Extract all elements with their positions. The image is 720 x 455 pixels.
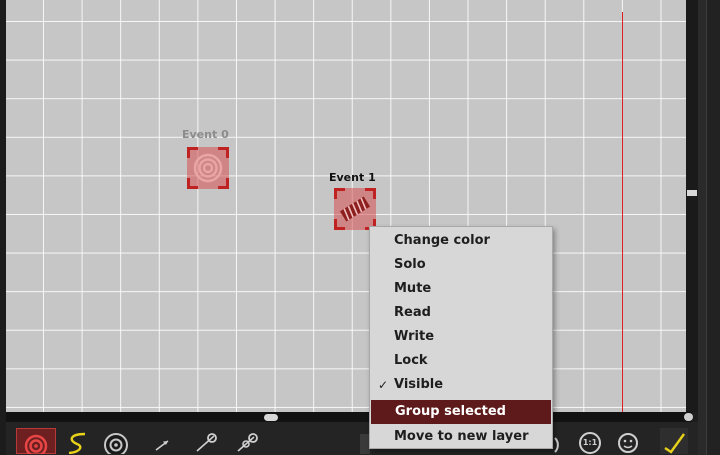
menu-item-change-color[interactable]: Change color <box>370 229 552 253</box>
zoom-reset-button[interactable]: 1:1 <box>576 428 604 454</box>
menu-item-label: Solo <box>394 257 426 272</box>
vertical-scrollbar[interactable] <box>686 0 698 412</box>
menu-item-label: Read <box>394 305 431 320</box>
menu-item-write[interactable]: Write <box>370 325 552 349</box>
smiley-zoom-icon <box>618 433 638 453</box>
curve-tool-icon <box>68 432 86 454</box>
node-link-tool-button[interactable] <box>188 428 222 454</box>
menu-item-mute[interactable]: Mute <box>370 277 552 301</box>
zoom-out-button[interactable] <box>553 428 567 454</box>
speaker-tool-icon <box>104 433 128 454</box>
target-tool-icon <box>24 434 48 454</box>
canvas-top-strip <box>6 0 686 12</box>
concentric-target-icon <box>193 153 223 183</box>
horizontal-scrollbar[interactable] <box>6 412 692 422</box>
check-icon: ✓ <box>378 378 389 392</box>
snap-toggle-button[interactable] <box>660 428 688 454</box>
arrow-tool-button[interactable] <box>146 428 176 454</box>
menu-item-group-selected[interactable]: Group selected <box>371 400 551 424</box>
curve-tool-button[interactable] <box>62 428 92 454</box>
node-link-double-tool-button[interactable] <box>230 428 264 454</box>
menu-item-label: Lock <box>394 353 428 368</box>
menu-item-label: Visible <box>394 377 444 392</box>
horizontal-scrollbar-end-handle[interactable] <box>684 413 693 421</box>
snap-check-icon <box>664 433 685 454</box>
menu-item-label: Move to new layer <box>394 429 529 444</box>
speaker-tool-button[interactable] <box>100 428 132 454</box>
arrow-tool-icon <box>155 440 169 451</box>
menu-item-label: Change color <box>394 233 490 248</box>
event-1[interactable] <box>334 188 376 230</box>
vertical-scrollbar-thumb[interactable] <box>687 190 697 196</box>
event-0[interactable] <box>187 147 229 189</box>
playhead-line[interactable] <box>622 12 623 412</box>
event-1-label: Event 1 <box>329 171 376 184</box>
menu-item-move-to-new-layer[interactable]: Move to new layer <box>370 425 552 449</box>
context-menu: Change color Solo Mute Read Write Lock ✓… <box>369 226 553 449</box>
zoom-reset-label: 1:1 <box>582 438 598 447</box>
zoom-fit-button[interactable] <box>614 428 642 454</box>
menu-item-lock[interactable]: Lock <box>370 349 552 373</box>
target-tool-button[interactable] <box>16 428 56 454</box>
menu-item-label: Write <box>394 329 435 344</box>
event-0-label: Event 0 <box>182 128 229 141</box>
zoom-out-icon <box>554 437 559 453</box>
striped-bar-icon <box>339 196 371 222</box>
menu-item-read[interactable]: Read <box>370 301 552 325</box>
menu-item-solo[interactable]: Solo <box>370 253 552 277</box>
menu-item-label: Group selected <box>395 404 506 419</box>
right-panel <box>698 0 720 455</box>
menu-item-label: Mute <box>394 281 432 296</box>
node-link-double-tool-icon <box>237 433 258 452</box>
node-link-tool-icon <box>196 433 217 452</box>
horizontal-scrollbar-thumb[interactable] <box>264 414 278 421</box>
menu-item-visible[interactable]: ✓ Visible <box>370 373 552 397</box>
